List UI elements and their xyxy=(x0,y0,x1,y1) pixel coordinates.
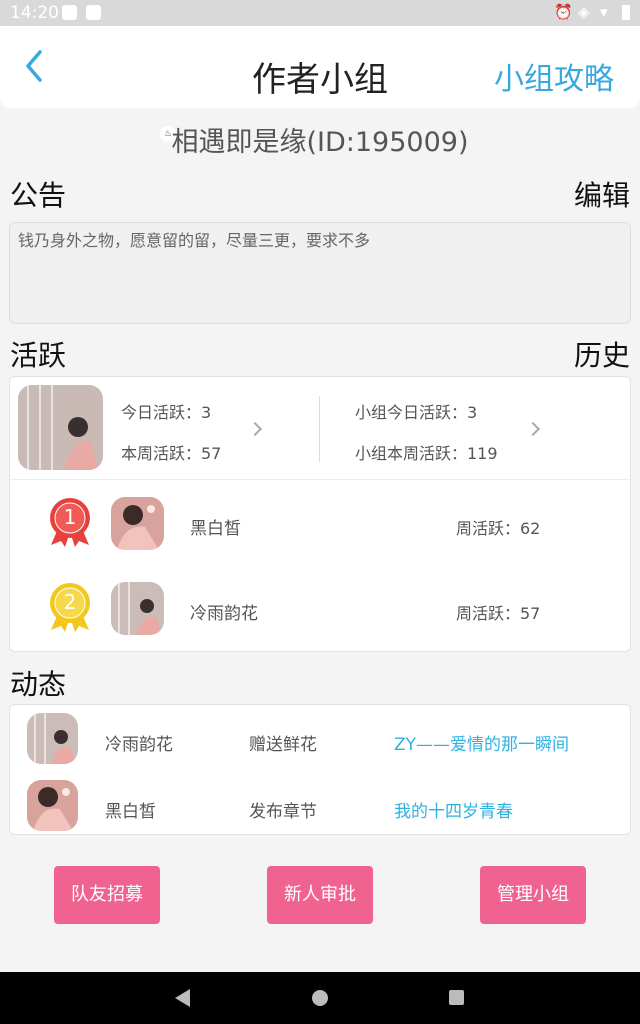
feed-user-name: 冷雨韵花 xyxy=(105,735,173,755)
vibrate-icon: ◈ xyxy=(578,3,590,21)
group-name: 相遇即是缘(ID:195009) xyxy=(171,127,469,158)
system-nav-bar xyxy=(0,972,640,1024)
nav-home-icon[interactable] xyxy=(312,990,328,1006)
today-activity: 今日活跃：3 xyxy=(121,403,212,422)
manage-group-button[interactable]: 管理小组 xyxy=(480,866,586,924)
feed-target-link[interactable]: 我的十四岁青春 xyxy=(394,797,513,822)
group-guide-link[interactable]: 小组攻略 xyxy=(494,54,614,98)
battery-icon xyxy=(622,5,630,20)
alarm-icon: ⏰ xyxy=(554,3,573,21)
feed-avatar[interactable] xyxy=(27,713,78,764)
nav-back-icon[interactable] xyxy=(175,989,190,1007)
divider xyxy=(10,479,630,480)
member-name: 冷雨韵花 xyxy=(190,604,258,624)
member-avatar[interactable] xyxy=(111,497,164,550)
status-time: 14:20 xyxy=(10,3,59,23)
member-weekly-activity: 周活跃：62 xyxy=(456,519,541,538)
group-today-activity: 小组今日活跃：3 xyxy=(355,403,478,422)
status-bar: 14:20 ⏰ ◈ ▾ xyxy=(0,0,640,26)
notice-title: 公告 xyxy=(10,179,67,212)
recruit-button[interactable]: 队友招募 xyxy=(54,866,160,924)
rank-number: 1 xyxy=(63,505,77,529)
feed-avatar[interactable] xyxy=(27,780,78,831)
user-avatar[interactable] xyxy=(18,385,103,470)
group-week-activity: 小组本周活跃：119 xyxy=(355,444,498,463)
feed-title: 动态 xyxy=(10,668,67,701)
nav-recents-icon[interactable] xyxy=(449,990,464,1005)
activity-title: 活跃 xyxy=(10,339,67,372)
wifi-icon: ▾ xyxy=(600,3,608,21)
member-weekly-activity: 周活跃：57 xyxy=(456,604,541,623)
history-button[interactable]: 历史 xyxy=(574,334,630,374)
week-activity: 本周活跃：57 xyxy=(121,444,222,463)
divider xyxy=(319,396,320,462)
rank-number: 2 xyxy=(63,590,77,614)
feed-user-name: 黑白皙 xyxy=(105,802,156,822)
notification-icon xyxy=(62,5,77,20)
feed-action: 发布章节 xyxy=(249,802,317,822)
app-header: 作者小组 小组攻略 xyxy=(0,26,640,108)
review-button[interactable]: 新人审批 xyxy=(267,866,373,924)
feed-card xyxy=(9,704,631,835)
notification-icon xyxy=(86,5,101,20)
member-name: 黑白皙 xyxy=(190,519,241,539)
edit-notice-button[interactable]: 编辑 xyxy=(574,174,630,214)
notice-content: 钱乃身外之物，愿意留的留，尽量三更，要求不多 xyxy=(9,222,631,324)
feed-target-link[interactable]: ZY——爱情的那一瞬间 xyxy=(394,730,569,755)
member-avatar[interactable] xyxy=(111,582,164,635)
feed-action: 赠送鲜花 xyxy=(249,735,317,755)
